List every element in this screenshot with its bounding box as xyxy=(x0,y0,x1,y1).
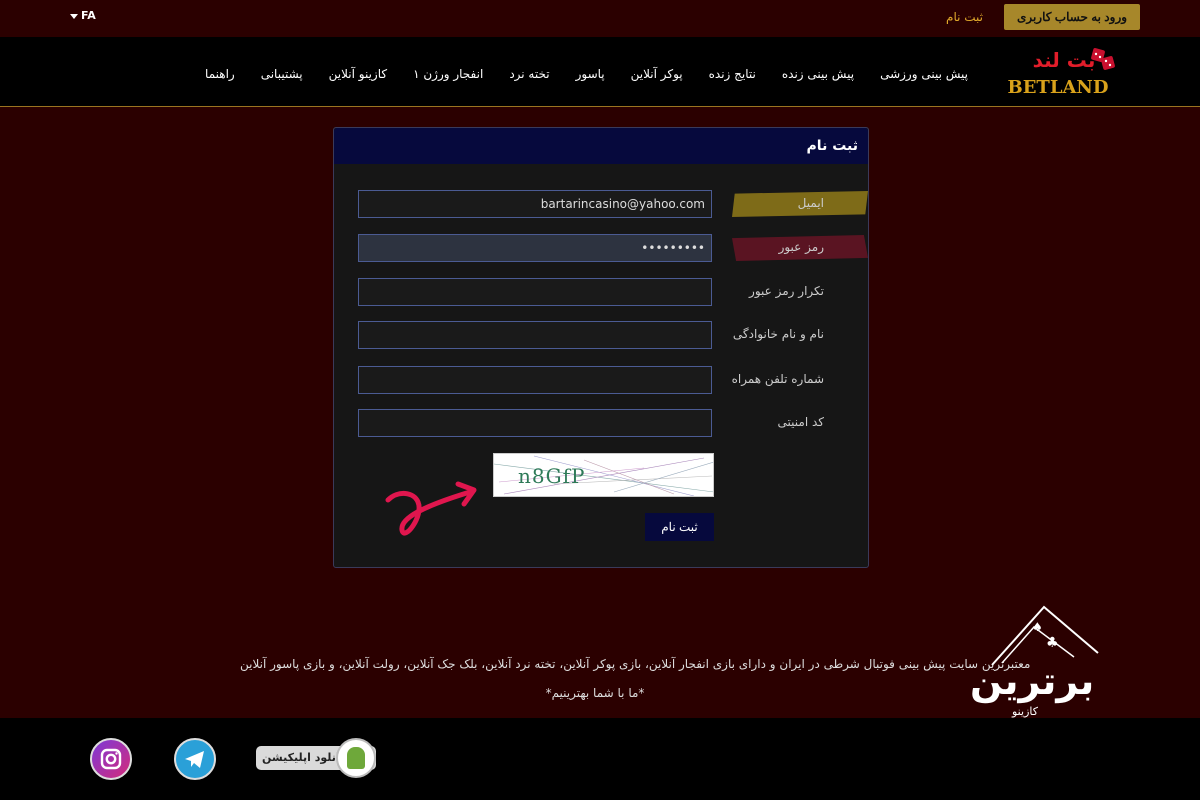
bartarin-casino-logo: ♠ ♣ برترین کازینو xyxy=(962,605,1102,720)
full-name-label: نام و نام خانوادگی xyxy=(732,327,824,341)
nav-item-support[interactable]: پشتیبانی xyxy=(261,67,303,81)
nav-item-casino[interactable]: کازینو آنلاین xyxy=(329,67,387,81)
language-selector[interactable]: FA xyxy=(70,9,96,22)
confirm-password-field[interactable] xyxy=(358,278,712,306)
confirm-password-label: تکرار رمز عبور xyxy=(749,284,824,298)
instagram-glyph xyxy=(100,748,122,770)
email-field[interactable] xyxy=(358,190,712,218)
password-label: رمز عبور xyxy=(732,235,868,261)
pointer-arrow-icon xyxy=(385,481,477,536)
nav-item-sports-betting[interactable]: پیش بینی ورزشی xyxy=(880,67,968,81)
bottom-bar: دانلود اپلیکیشن xyxy=(0,718,1200,800)
full-name-row: نام و نام خانوادگی xyxy=(332,321,868,349)
instagram-icon[interactable] xyxy=(90,738,132,780)
telegram-icon[interactable] xyxy=(174,738,216,780)
phone-row: شماره تلفن همراه xyxy=(332,366,868,394)
language-label: FA xyxy=(81,9,96,22)
android-icon[interactable] xyxy=(336,738,376,778)
nav-item-help[interactable]: راهنما xyxy=(205,67,235,81)
phone-field[interactable] xyxy=(358,366,712,394)
nav-item-live-results[interactable]: نتایج زنده xyxy=(709,67,756,81)
nav-item-poker[interactable]: پوکر آنلاین xyxy=(631,67,683,81)
captcha-image: n8GfP xyxy=(493,453,714,497)
register-submit-button[interactable]: ثبت نام xyxy=(645,513,714,541)
email-row: ایمیل xyxy=(332,190,868,218)
phone-label: شماره تلفن همراه xyxy=(731,372,824,386)
logo-persian-text: بت لند xyxy=(1033,48,1096,72)
footer-slogan: *ما با شما بهترینیم* xyxy=(545,686,645,700)
top-bar: FA ثبت نام ورود به حساب کاربری xyxy=(0,0,1200,37)
app-download-label: دانلود اپلیکیشن xyxy=(262,751,346,764)
panel-title: ثبت نام xyxy=(334,128,868,164)
register-link[interactable]: ثبت نام xyxy=(946,10,983,24)
password-field[interactable] xyxy=(358,234,712,262)
captcha-text: n8GfP xyxy=(518,464,586,488)
login-button[interactable]: ورود به حساب کاربری xyxy=(1004,4,1140,30)
svg-text:♣: ♣ xyxy=(1046,635,1059,651)
security-code-label: کد امنیتی xyxy=(777,415,824,429)
logo-english-text: BETLAND xyxy=(1007,77,1108,98)
password-row: رمز عبور xyxy=(332,234,868,262)
telegram-glyph xyxy=(185,751,204,768)
svg-text:♠: ♠ xyxy=(1032,620,1043,634)
nav-item-crash-v1[interactable]: انفجار ورژن ۱ xyxy=(413,67,483,81)
brand-subtitle: کازینو xyxy=(1012,705,1038,718)
nav-item-backgammon[interactable]: تخته نرد xyxy=(509,67,549,81)
nav-item-live-betting[interactable]: پیش بینی زنده xyxy=(782,67,854,81)
security-code-field[interactable] xyxy=(358,409,712,437)
confirm-password-row: تکرار رمز عبور xyxy=(332,278,868,306)
main-navbar: بت لند BETLAND پیش بینی ورزشی پیش بینی ز… xyxy=(0,37,1200,107)
nav-item-pasur[interactable]: پاسور xyxy=(576,67,605,81)
footer-description: معتبرترین سایت پیش بینی فوتبال شرطی در ا… xyxy=(240,657,1031,671)
security-code-row: کد امنیتی xyxy=(332,409,868,437)
betland-logo[interactable]: بت لند BETLAND xyxy=(1004,47,1116,99)
caret-down-icon xyxy=(70,13,78,19)
email-label: ایمیل xyxy=(732,191,868,217)
nav-menu: پیش بینی ورزشی پیش بینی زنده نتایج زنده … xyxy=(179,67,968,81)
full-name-field[interactable] xyxy=(358,321,712,349)
brand-title: برترین xyxy=(970,659,1095,703)
